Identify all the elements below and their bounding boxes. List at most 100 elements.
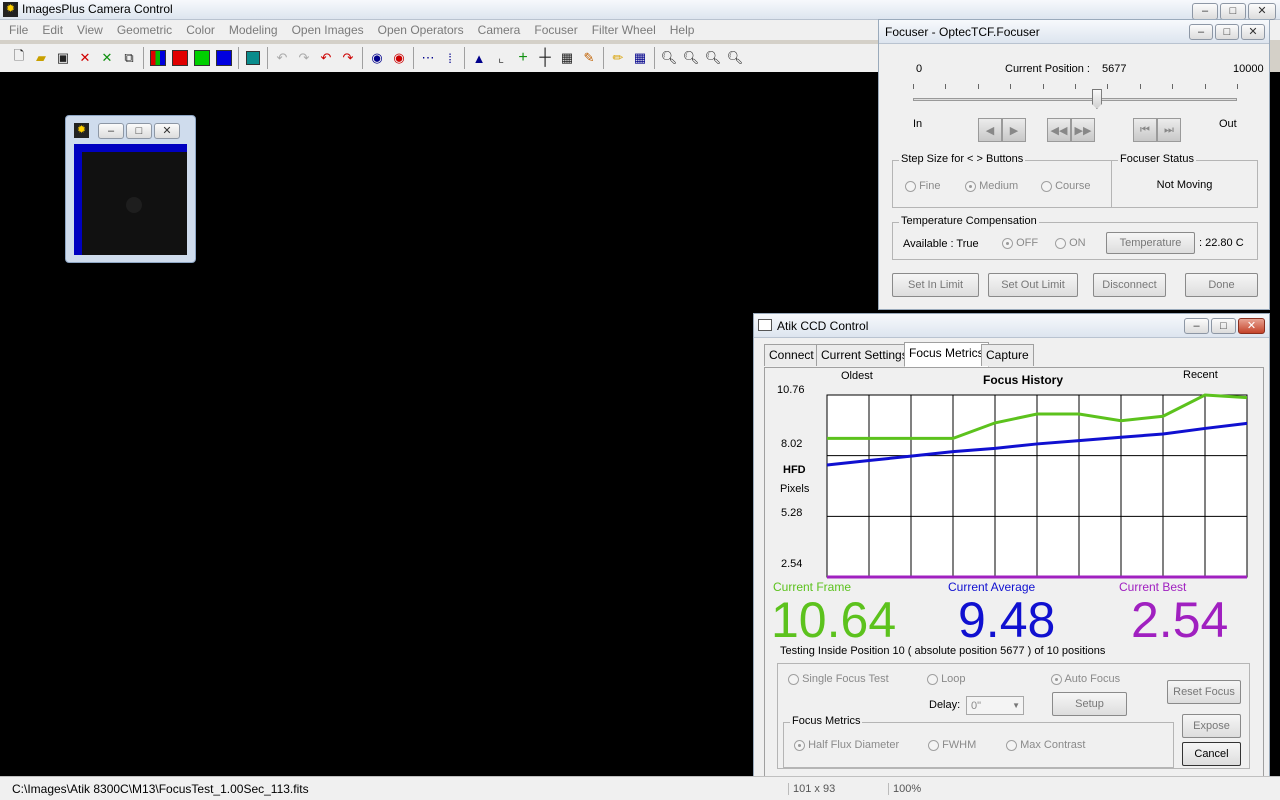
image-edit-icon[interactable]: ✎: [578, 47, 600, 69]
slider-tick: [1172, 84, 1174, 89]
focuser-close-button[interactable]: ✕: [1241, 24, 1265, 40]
ccd-close-button[interactable]: ✕: [1238, 318, 1265, 334]
step-fine-radio[interactable]: Fine: [905, 180, 940, 192]
calculator-icon[interactable]: ▦: [556, 47, 578, 69]
position-slider-track[interactable]: [913, 98, 1237, 101]
tab-connect[interactable]: Connect: [764, 344, 819, 366]
menu-view[interactable]: View: [70, 21, 110, 39]
metric-fwhm-radio[interactable]: FWHM: [928, 739, 976, 751]
tab-capture[interactable]: Capture: [981, 344, 1034, 366]
metric-max-contrast-radio[interactable]: Max Contrast: [1006, 739, 1085, 751]
slider-ticks: [913, 84, 1238, 90]
chevron-down-icon: ▼: [1012, 701, 1020, 710]
image-canvas[interactable]: [74, 144, 187, 255]
maximize-button[interactable]: □: [1220, 3, 1246, 20]
menu-color[interactable]: Color: [179, 21, 222, 39]
grid-icon[interactable]: ▦: [629, 47, 651, 69]
grid-color-icon[interactable]: [242, 47, 264, 69]
tab-focus-metrics[interactable]: Focus Metrics: [904, 342, 989, 367]
new-file-icon[interactable]: 🗋: [8, 47, 30, 69]
close-button[interactable]: ✕: [1248, 3, 1276, 20]
open-folder-icon[interactable]: ▰: [30, 47, 52, 69]
menu-focuser[interactable]: Focuser: [527, 21, 584, 39]
chart-title: Focus History: [983, 373, 1064, 387]
fast-out-button[interactable]: ▶▶: [1071, 118, 1095, 142]
set-in-limit-button[interactable]: Set In Limit: [892, 273, 979, 297]
ccd-minimize-button[interactable]: –: [1184, 318, 1209, 334]
star-blue-icon[interactable]: ◉: [366, 47, 388, 69]
to-in-limit-button[interactable]: ⏮: [1133, 118, 1157, 142]
temperature-button[interactable]: Temperature: [1106, 232, 1195, 254]
minimize-button[interactable]: –: [1192, 3, 1218, 20]
red-channel-icon[interactable]: [169, 47, 191, 69]
crosshair-icon[interactable]: ┼: [534, 47, 556, 69]
menu-help[interactable]: Help: [663, 21, 702, 39]
expose-button[interactable]: Expose: [1182, 714, 1241, 738]
status-path: C:\Images\Atik 8300C\M13\FocusTest_1.00S…: [12, 781, 309, 796]
focuser-minimize-button[interactable]: –: [1189, 24, 1213, 40]
metric-hfd-radio[interactable]: Half Flux Diameter: [794, 739, 899, 751]
position-slider-thumb[interactable]: [1091, 89, 1102, 109]
blue-channel-icon[interactable]: [213, 47, 235, 69]
step-medium-radio[interactable]: Medium: [965, 180, 1018, 192]
image-window[interactable]: ✹ – □ ✕: [65, 115, 196, 263]
done-button[interactable]: Done: [1185, 273, 1258, 297]
zoom-out-icon[interactable]: 🔍︎: [680, 47, 702, 69]
delete-icon[interactable]: ✕: [74, 47, 96, 69]
step-in-button[interactable]: ◀: [978, 118, 1002, 142]
histogram-icon[interactable]: ▲: [468, 47, 490, 69]
temp-on-radio[interactable]: ON: [1055, 237, 1086, 249]
slider-tick: [1237, 84, 1238, 89]
menu-filter-wheel[interactable]: Filter Wheel: [585, 21, 663, 39]
image-close-button[interactable]: ✕: [154, 123, 180, 139]
menu-open-operators[interactable]: Open Operators: [371, 21, 471, 39]
zoom-actual-icon[interactable]: 🔍︎: [724, 47, 746, 69]
focuser-maximize-button[interactable]: □: [1215, 24, 1239, 40]
image-maximize-button[interactable]: □: [126, 123, 152, 139]
to-out-limit-button[interactable]: ⏭: [1157, 118, 1181, 142]
disconnect-button[interactable]: Disconnect: [1093, 273, 1166, 297]
temp-off-radio[interactable]: OFF: [1002, 237, 1038, 249]
ccd-maximize-button[interactable]: □: [1211, 318, 1236, 334]
plus-icon[interactable]: +: [512, 47, 534, 69]
points-icon[interactable]: ⁞: [439, 47, 461, 69]
star-red-icon[interactable]: ◉: [388, 47, 410, 69]
tab-current-settings[interactable]: Current Settings: [816, 344, 913, 366]
menu-file[interactable]: File: [2, 21, 35, 39]
image-minimize-button[interactable]: –: [98, 123, 124, 139]
save-icon[interactable]: ▣: [52, 47, 74, 69]
oldest-label: Oldest: [841, 370, 873, 382]
current-best-value: 2.54: [1131, 592, 1229, 648]
menu-edit[interactable]: Edit: [35, 21, 70, 39]
menu-camera[interactable]: Camera: [471, 21, 528, 39]
rgb-icon[interactable]: [147, 47, 169, 69]
loop-radio[interactable]: Loop: [927, 673, 966, 685]
slider-tick: [1010, 84, 1012, 89]
fast-in-button[interactable]: ◀◀: [1047, 118, 1071, 142]
curve-icon[interactable]: ⌞: [490, 47, 512, 69]
redo-grey-icon[interactable]: ↷: [293, 47, 315, 69]
zoom-fit-icon[interactable]: 🔍︎: [702, 47, 724, 69]
copy-window-icon[interactable]: ⧉: [118, 47, 140, 69]
undo-icon[interactable]: ↶: [315, 47, 337, 69]
reset-focus-button[interactable]: Reset Focus: [1167, 680, 1241, 704]
setup-button[interactable]: Setup: [1052, 692, 1127, 716]
auto-focus-radio[interactable]: Auto Focus: [1051, 673, 1120, 685]
menu-modeling[interactable]: Modeling: [222, 21, 285, 39]
pencil-icon[interactable]: ✏: [607, 47, 629, 69]
menu-open-images[interactable]: Open Images: [285, 21, 371, 39]
dots-icon[interactable]: ⋯: [417, 47, 439, 69]
undo-grey-icon[interactable]: ↶: [271, 47, 293, 69]
cancel-button[interactable]: Cancel: [1182, 742, 1241, 766]
step-out-button[interactable]: ▶: [1002, 118, 1026, 142]
menu-geometric[interactable]: Geometric: [110, 21, 179, 39]
delay-select[interactable]: 0" ▼: [966, 696, 1024, 715]
single-focus-radio[interactable]: Single Focus Test: [788, 673, 889, 685]
slider-tick: [1042, 84, 1044, 89]
green-channel-icon[interactable]: [191, 47, 213, 69]
redo-icon[interactable]: ↷: [337, 47, 359, 69]
set-out-limit-button[interactable]: Set Out Limit: [988, 273, 1078, 297]
zoom-in-icon[interactable]: 🔍︎: [658, 47, 680, 69]
step-course-radio[interactable]: Course: [1041, 180, 1091, 192]
delete-green-icon[interactable]: ✕: [96, 47, 118, 69]
